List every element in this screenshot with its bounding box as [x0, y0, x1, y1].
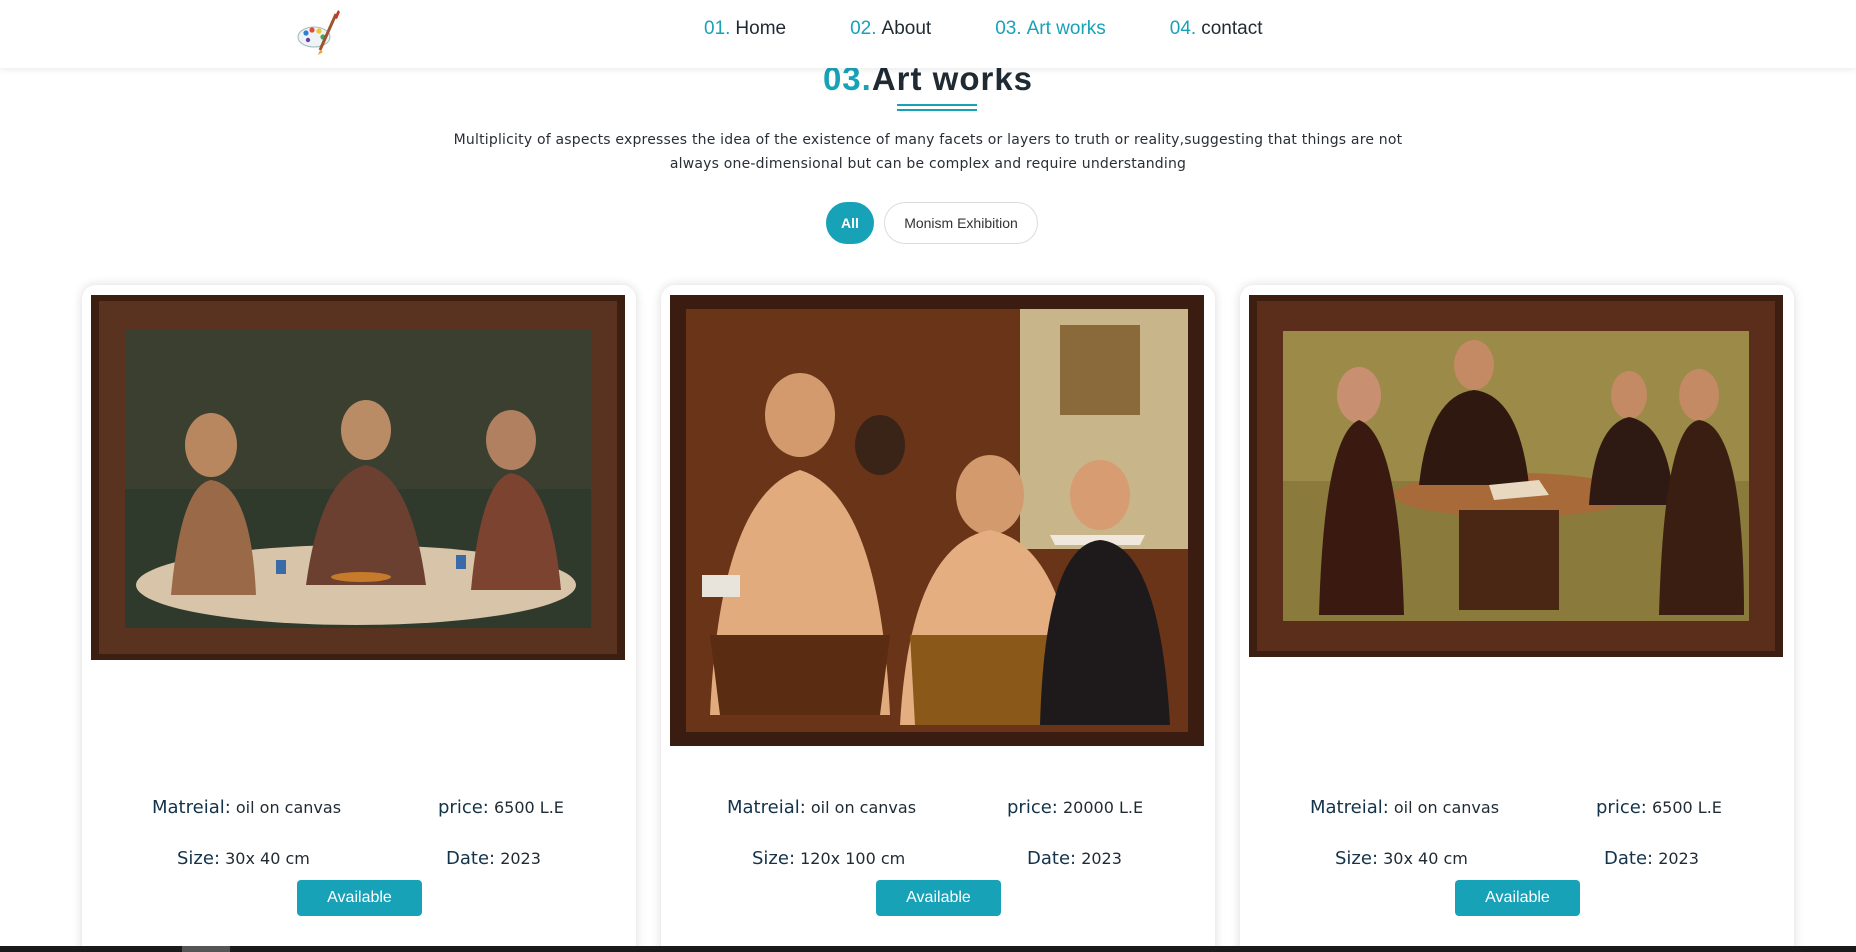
- nav-art-works-label: Art works: [1026, 18, 1106, 39]
- title-underline-top: [897, 104, 977, 106]
- price-label-3: price:: [1596, 797, 1647, 818]
- filter-bar: All Monism Exhibition: [826, 202, 1038, 244]
- nav-home-number: 01.: [704, 18, 731, 39]
- nav-home-label: Home: [735, 18, 787, 39]
- size-row-2: Size: 120x 100 cm: [752, 848, 905, 869]
- artwork-card-3: Matreial: oil on canvas price: 6500 L.E …: [1240, 285, 1794, 952]
- available-button-2[interactable]: Available: [876, 880, 1001, 916]
- price-row-1: price: 6500 L.E: [438, 797, 564, 818]
- price-row-3: price: 6500 L.E: [1596, 797, 1722, 818]
- date-label-1: Date:: [446, 848, 496, 869]
- price-row-2: price: 20000 L.E: [1007, 797, 1143, 818]
- navbar: 01. Home 02. About 03. Art works 04. contact: [0, 0, 1856, 68]
- size-label-1: Size:: [177, 848, 221, 869]
- artwork-card-2: Matreial: oil on canvas price: 20000 L.E…: [661, 285, 1215, 952]
- date-value-2: 2023: [1081, 849, 1122, 868]
- size-row-3: Size: 30x 40 cm: [1335, 848, 1468, 869]
- section-description: Multiplicity of aspects expresses the id…: [453, 132, 1403, 172]
- price-value-1: 6500 L.E: [493, 798, 564, 817]
- material-value-2: oil on canvas: [810, 798, 917, 817]
- available-button-3[interactable]: Available: [1455, 880, 1580, 916]
- material-label-3: Matreial:: [1310, 797, 1389, 818]
- filter-all-button[interactable]: All: [826, 202, 874, 244]
- artwork-image-1[interactable]: [91, 295, 625, 660]
- size-value-3: 30x 40 cm: [1383, 849, 1468, 868]
- date-value-1: 2023: [500, 849, 541, 868]
- nav-art-works[interactable]: 03. Art works: [995, 18, 1106, 40]
- material-label-2: Matreial:: [727, 797, 806, 818]
- nav-contact[interactable]: 04. contact: [1170, 18, 1263, 40]
- nav-contact-label: contact: [1201, 18, 1263, 39]
- price-value-2: 20000 L.E: [1062, 798, 1144, 817]
- size-row-1: Size: 30x 40 cm: [177, 848, 310, 869]
- nav-about-label: About: [881, 18, 932, 39]
- artwork-image-2[interactable]: [670, 295, 1204, 746]
- size-label-3: Size:: [1335, 848, 1379, 869]
- nav-art-works-number: 03.: [995, 18, 1022, 39]
- material-value-3: oil on canvas: [1393, 798, 1500, 817]
- title-underline-bottom: [897, 109, 977, 111]
- nav-about-number: 02.: [850, 18, 877, 39]
- material-row-1: Matreial: oil on canvas: [152, 797, 341, 818]
- material-label-1: Matreial:: [152, 797, 231, 818]
- price-label-2: price:: [1007, 797, 1058, 818]
- date-row-1: Date: 2023: [446, 848, 541, 869]
- material-value-1: oil on canvas: [235, 798, 342, 817]
- price-value-3: 6500 L.E: [1651, 798, 1722, 817]
- date-row-2: Date: 2023: [1027, 848, 1122, 869]
- date-value-3: 2023: [1658, 849, 1699, 868]
- artwork-image-3[interactable]: [1249, 295, 1783, 657]
- horizontal-scrollbar[interactable]: [0, 946, 1856, 952]
- nav-contact-number: 04.: [1169, 18, 1197, 39]
- size-value-2: 120x 100 cm: [800, 849, 906, 868]
- artwork-card-1: Matreial: oil on canvas price: 6500 L.E …: [82, 285, 636, 952]
- price-label-1: price:: [438, 797, 489, 818]
- date-label-2: Date:: [1027, 848, 1077, 869]
- nav-home[interactable]: 01. Home: [704, 18, 786, 40]
- size-value-1: 30x 40 cm: [225, 849, 310, 868]
- nav-links: 01. Home 02. About 03. Art works 04. contact: [704, 18, 1326, 40]
- date-label-3: Date:: [1604, 848, 1654, 869]
- material-row-3: Matreial: oil on canvas: [1310, 797, 1499, 818]
- scrollbar-thumb[interactable]: [182, 946, 230, 952]
- palette-brush-logo[interactable]: [294, 6, 342, 56]
- material-row-2: Matreial: oil on canvas: [727, 797, 916, 818]
- nav-about[interactable]: 02. About: [850, 18, 931, 40]
- size-label-2: Size:: [752, 848, 796, 869]
- date-row-3: Date: 2023: [1604, 848, 1699, 869]
- available-button-1[interactable]: Available: [297, 880, 422, 916]
- filter-monism-exhibition-button[interactable]: Monism Exhibition: [884, 202, 1038, 244]
